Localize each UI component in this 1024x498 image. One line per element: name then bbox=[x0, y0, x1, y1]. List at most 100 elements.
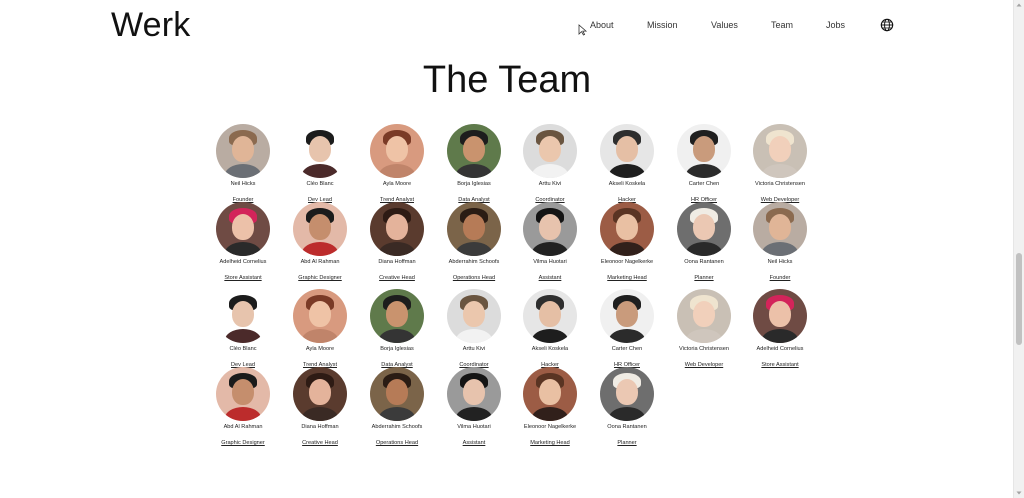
avatar bbox=[600, 124, 654, 178]
member-name: Ayla Moore bbox=[305, 346, 335, 352]
avatar bbox=[370, 202, 424, 256]
team-member-card: Cléo Blanc Dev Lead bbox=[283, 124, 357, 206]
team-member-card: Abd Al Rahman Graphic Designer bbox=[283, 202, 357, 284]
team-member-card: Neil Hicks Founder bbox=[206, 124, 280, 206]
avatar bbox=[523, 289, 577, 343]
member-name: Adelheid Cornelius bbox=[219, 259, 267, 265]
avatar bbox=[370, 124, 424, 178]
member-name: Cléo Blanc bbox=[306, 181, 334, 187]
team-member-card: Abderrahim Schoofs Operations Head bbox=[437, 202, 511, 284]
member-name: Carter Chen bbox=[688, 181, 720, 187]
avatar bbox=[523, 367, 577, 421]
member-name: Arttu Kivi bbox=[538, 181, 562, 187]
member-role-link-assistant[interactable]: Assistant bbox=[539, 275, 562, 282]
avatar bbox=[753, 124, 807, 178]
avatar bbox=[677, 124, 731, 178]
member-name: Victoria Christensen bbox=[755, 181, 805, 187]
avatar bbox=[370, 367, 424, 421]
team-member-card: Diana Hoffman Creative Head bbox=[283, 367, 357, 449]
member-name: Abderrahim Schoofs bbox=[371, 424, 423, 430]
member-role-link-creative-head[interactable]: Creative Head bbox=[302, 440, 338, 447]
team-member-card: Oona Rantanen Planner bbox=[667, 202, 741, 284]
member-name: Vilma Huotari bbox=[457, 424, 491, 430]
team-member-card: Diana Hoffman Creative Head bbox=[360, 202, 434, 284]
avatar bbox=[447, 367, 501, 421]
team-member-card: Vilma Huotari Assistant bbox=[513, 202, 587, 284]
avatar bbox=[293, 202, 347, 256]
member-role-link-assistant[interactable]: Assistant bbox=[463, 440, 486, 447]
member-name: Oona Rantanen bbox=[684, 259, 724, 265]
avatar bbox=[447, 124, 501, 178]
avatar bbox=[677, 202, 731, 256]
page: Werk About Mission Values Team Jobs The … bbox=[0, 0, 1014, 498]
member-name: Neil Hicks bbox=[767, 259, 793, 265]
avatar bbox=[523, 202, 577, 256]
avatar bbox=[753, 289, 807, 343]
team-member-card: Eleonoor Nagelkerke Marketing Head bbox=[590, 202, 664, 284]
avatar bbox=[600, 367, 654, 421]
member-name: Adelheid Cornelius bbox=[756, 346, 804, 352]
team-member-card: Eleonoor Nagelkerke Marketing Head bbox=[513, 367, 587, 449]
avatar bbox=[293, 124, 347, 178]
team-member-card: Akseli Koskela Hacker bbox=[513, 289, 587, 371]
member-name: Carter Chen bbox=[611, 346, 643, 352]
team-member-card: Neil Hicks Founder bbox=[743, 202, 817, 284]
scroll-up-arrow-icon[interactable] bbox=[1016, 2, 1022, 8]
avatar bbox=[447, 289, 501, 343]
member-role-link-marketing-head[interactable]: Marketing Head bbox=[530, 440, 570, 447]
member-name: Borja Iglesias bbox=[457, 181, 491, 187]
page-scrollbar[interactable] bbox=[1013, 0, 1024, 498]
member-name: Neil Hicks bbox=[230, 181, 256, 187]
avatar bbox=[600, 202, 654, 256]
team-member-card: Borja Iglesias Data Analyst bbox=[360, 289, 434, 371]
team-member-card: Victoria Christensen Web Developer bbox=[743, 124, 817, 206]
avatar bbox=[216, 202, 270, 256]
team-member-card: Carter Chen HR Officer bbox=[667, 124, 741, 206]
team-member-card: Carter Chen HR Officer bbox=[590, 289, 664, 371]
member-name: Diana Hoffman bbox=[378, 259, 416, 265]
member-name: Diana Hoffman bbox=[301, 424, 339, 430]
member-name: Borja Iglesias bbox=[380, 346, 414, 352]
member-name: Oona Rantanen bbox=[607, 424, 647, 430]
team-member-card: Ayla Moore Trend Analyst bbox=[360, 124, 434, 206]
avatar bbox=[293, 367, 347, 421]
member-name: Arttu Kivi bbox=[462, 346, 486, 352]
member-name: Akseli Koskela bbox=[531, 346, 569, 352]
member-role-link-planner[interactable]: Planner bbox=[617, 440, 636, 447]
member-name: Ayla Moore bbox=[382, 181, 412, 187]
member-role-link-marketing-head[interactable]: Marketing Head bbox=[607, 275, 647, 282]
member-name: Eleonoor Nagelkerke bbox=[600, 259, 654, 265]
team-member-card: Oona Rantanen Planner bbox=[590, 367, 664, 449]
scroll-down-arrow-icon[interactable] bbox=[1016, 490, 1022, 496]
team-member-card: Arttu Kivi Coordinator bbox=[513, 124, 587, 206]
avatar bbox=[216, 289, 270, 343]
member-name: Vilma Huotari bbox=[533, 259, 567, 265]
member-role-link-store-assistant[interactable]: Store Assistant bbox=[761, 362, 798, 369]
team-grid: Neil Hicks Founder Cléo Blanc Dev Lead Ayla … bbox=[0, 0, 1014, 498]
member-role-link-planner[interactable]: Planner bbox=[694, 275, 713, 282]
avatar bbox=[370, 289, 424, 343]
team-member-card: Victoria Christensen Web Developer bbox=[667, 289, 741, 371]
team-member-card: Abd Al Rahman Graphic Designer bbox=[206, 367, 280, 449]
member-role-link-operations-head[interactable]: Operations Head bbox=[376, 440, 418, 447]
avatar bbox=[216, 367, 270, 421]
member-role-link-operations-head[interactable]: Operations Head bbox=[453, 275, 495, 282]
team-member-card: Adelheid Cornelius Store Assistant bbox=[206, 202, 280, 284]
member-name: Abderrahim Schoofs bbox=[448, 259, 500, 265]
scrollbar-thumb[interactable] bbox=[1016, 253, 1022, 345]
team-member-card: Arttu Kivi Coordinator bbox=[437, 289, 511, 371]
member-name: Victoria Christensen bbox=[679, 346, 729, 352]
member-role-link-founder[interactable]: Founder bbox=[770, 275, 791, 282]
member-role-link-graphic-designer[interactable]: Graphic Designer bbox=[298, 275, 342, 282]
member-role-link-web-developer[interactable]: Web Developer bbox=[685, 362, 723, 369]
team-member-card: Vilma Huotari Assistant bbox=[437, 367, 511, 449]
member-name: Eleonoor Nagelkerke bbox=[523, 424, 577, 430]
avatar bbox=[753, 202, 807, 256]
member-name: Cléo Blanc bbox=[229, 346, 257, 352]
member-role-link-creative-head[interactable]: Creative Head bbox=[379, 275, 415, 282]
team-member-card: Borja Iglesias Data Analyst bbox=[437, 124, 511, 206]
member-role-link-graphic-designer[interactable]: Graphic Designer bbox=[221, 440, 265, 447]
member-role-link-store-assistant[interactable]: Store Assistant bbox=[224, 275, 261, 282]
member-name: Akseli Koskela bbox=[608, 181, 646, 187]
team-member-card: Akseli Koskela Hacker bbox=[590, 124, 664, 206]
